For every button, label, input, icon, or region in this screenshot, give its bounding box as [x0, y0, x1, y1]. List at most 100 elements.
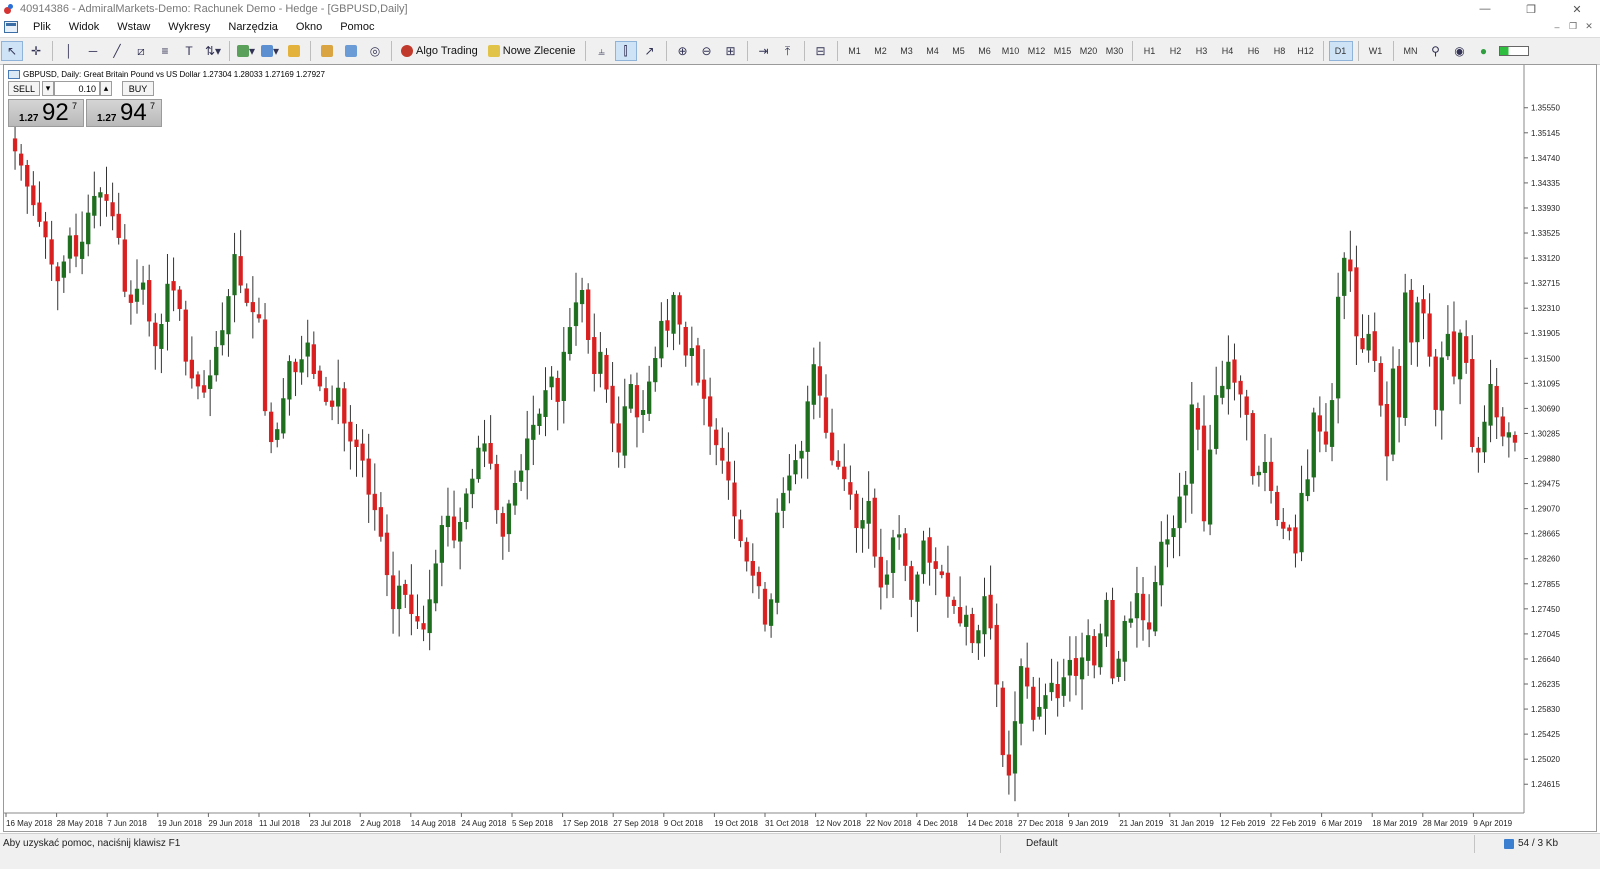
- tile-icon[interactable]: ⊞: [720, 41, 742, 61]
- close-button[interactable]: ✕: [1554, 0, 1600, 18]
- line-chart-icon[interactable]: ↗: [639, 41, 661, 61]
- cursor-icon[interactable]: ↖: [1, 41, 23, 61]
- minimize-button[interactable]: —: [1462, 0, 1508, 18]
- new-order-button[interactable]: Nowe Zlecenie: [484, 41, 580, 61]
- arrows-icon[interactable]: ⇅▾: [202, 41, 224, 61]
- candle-body: [604, 354, 609, 390]
- community-icon[interactable]: ◉: [1449, 41, 1471, 61]
- timeframe-m12[interactable]: M12: [1025, 41, 1049, 61]
- search-icon[interactable]: ⚲: [1425, 41, 1447, 61]
- candle-body: [531, 424, 536, 440]
- text-icon[interactable]: T: [178, 41, 200, 61]
- candle-body: [1092, 636, 1097, 666]
- buy-button[interactable]: BUY: [122, 81, 154, 96]
- timeframe-h3[interactable]: H3: [1190, 41, 1214, 61]
- timeframe-d1[interactable]: D1: [1328, 41, 1353, 61]
- candlestick-icon[interactable]: ⫿: [614, 41, 637, 61]
- chart-window-icon[interactable]: [4, 21, 18, 33]
- candle-body: [1256, 471, 1262, 476]
- mdi-close-button[interactable]: ✕: [1582, 20, 1596, 33]
- timeframe-w1[interactable]: W1: [1364, 41, 1388, 61]
- candle-body: [854, 493, 859, 529]
- candle-body: [1427, 313, 1432, 357]
- status-profile[interactable]: Default: [1026, 838, 1058, 849]
- vertical-line-icon[interactable]: │: [58, 41, 80, 61]
- menu-help[interactable]: Pomoc: [331, 18, 383, 36]
- timeframe-h2[interactable]: H2: [1164, 41, 1188, 61]
- mdi-minimize-button[interactable]: –: [1550, 20, 1564, 33]
- sell-price-main: 92: [42, 99, 69, 126]
- candle-body: [86, 212, 91, 245]
- timeframe-m1[interactable]: M1: [843, 41, 867, 61]
- timeframe-h8[interactable]: H8: [1268, 41, 1292, 61]
- timeframe-h1[interactable]: H1: [1138, 41, 1162, 61]
- mdi-restore-button[interactable]: ❐: [1566, 20, 1580, 33]
- buy-price-button[interactable]: 1.27 94 7: [86, 99, 162, 127]
- menu-charts[interactable]: Wykresy: [159, 18, 219, 36]
- autoscroll-icon[interactable]: ⇥: [753, 41, 775, 61]
- candlestick-chart[interactable]: 1.35550 1.35145 1.34740 1.34335 1.33930 1.335…: [4, 65, 1598, 833]
- time-tick-label: 4 Dec 2018: [917, 819, 958, 828]
- timeframe-m4[interactable]: M4: [921, 41, 945, 61]
- timeframe-m20[interactable]: M20: [1077, 41, 1101, 61]
- candle-body: [671, 294, 676, 334]
- volume-down-icon[interactable]: ▾: [42, 81, 54, 96]
- market-watch-icon[interactable]: [316, 41, 338, 61]
- menu-view[interactable]: Widok: [60, 18, 109, 36]
- zoom-in-icon[interactable]: ⊕: [672, 41, 694, 61]
- candle-body: [275, 429, 280, 440]
- connection-bar-icon: [1497, 41, 1531, 61]
- chart-window[interactable]: 1.35550 1.35145 1.34740 1.34335 1.33930 1.335…: [3, 64, 1597, 832]
- equidistant-channel-icon[interactable]: ⧄: [130, 41, 152, 61]
- horizontal-line-icon[interactable]: ─: [82, 41, 104, 61]
- candle-body: [695, 345, 701, 383]
- zoom-out-icon[interactable]: ⊖: [696, 41, 718, 61]
- new-chart-icon[interactable]: ▾: [235, 41, 257, 61]
- fibonacci-icon[interactable]: ≡: [154, 41, 176, 61]
- candle-body: [287, 361, 292, 400]
- chart-shift-icon[interactable]: ⤒: [777, 41, 799, 61]
- candle-body: [67, 235, 73, 259]
- menu-bar: Plik Widok Wstaw Wykresy Narzędzia Okno …: [0, 18, 1600, 36]
- timeframe-m5[interactable]: M5: [947, 41, 971, 61]
- trendline-icon[interactable]: ╱: [106, 41, 128, 61]
- restore-button[interactable]: ❐: [1508, 0, 1554, 18]
- indicators-icon[interactable]: ⊟: [810, 41, 832, 61]
- menu-insert[interactable]: Wstaw: [108, 18, 159, 36]
- candle-body: [1067, 659, 1072, 676]
- price-tick-label: 1.25830: [1531, 705, 1560, 714]
- navigator-icon[interactable]: [340, 41, 362, 61]
- signals-icon[interactable]: ◎: [364, 41, 386, 61]
- sell-price-button[interactable]: 1.27 92 7: [8, 99, 84, 127]
- connection-icon[interactable]: ●: [1473, 41, 1495, 61]
- menu-window[interactable]: Okno: [287, 18, 331, 36]
- crosshair-icon[interactable]: ✛: [25, 41, 47, 61]
- timeframe-h6[interactable]: H6: [1242, 41, 1266, 61]
- candle-body: [244, 288, 249, 303]
- candle-body: [775, 512, 780, 603]
- algo-trading-button[interactable]: Algo Trading: [397, 41, 482, 61]
- bar-chart-icon[interactable]: ⫨: [591, 41, 613, 61]
- volume-input[interactable]: 0.10: [54, 81, 100, 96]
- timeframe-m3[interactable]: M3: [895, 41, 919, 61]
- timeframe-h12[interactable]: H12: [1294, 41, 1318, 61]
- menu-file[interactable]: Plik: [24, 18, 60, 36]
- timeframe-m15[interactable]: M15: [1051, 41, 1075, 61]
- candle-body: [189, 359, 195, 379]
- sell-button[interactable]: SELL: [8, 81, 40, 96]
- profiles-icon[interactable]: ▾: [259, 41, 281, 61]
- timeframe-h4[interactable]: H4: [1216, 41, 1240, 61]
- templates-icon[interactable]: [283, 41, 305, 61]
- timeframe-m30[interactable]: M30: [1103, 41, 1127, 61]
- candle-body: [1006, 754, 1012, 776]
- timeframe-m6[interactable]: M6: [973, 41, 997, 61]
- candle-body: [634, 385, 640, 418]
- timeframe-m10[interactable]: M10: [999, 41, 1023, 61]
- menu-tools[interactable]: Narzędzia: [219, 18, 287, 36]
- candle-body: [945, 572, 951, 597]
- timeframe-m2[interactable]: M2: [869, 41, 893, 61]
- candle-body: [366, 458, 371, 495]
- candle-body: [1470, 359, 1475, 448]
- volume-up-icon[interactable]: ▴: [100, 81, 112, 96]
- timeframe-mn[interactable]: MN: [1399, 41, 1423, 61]
